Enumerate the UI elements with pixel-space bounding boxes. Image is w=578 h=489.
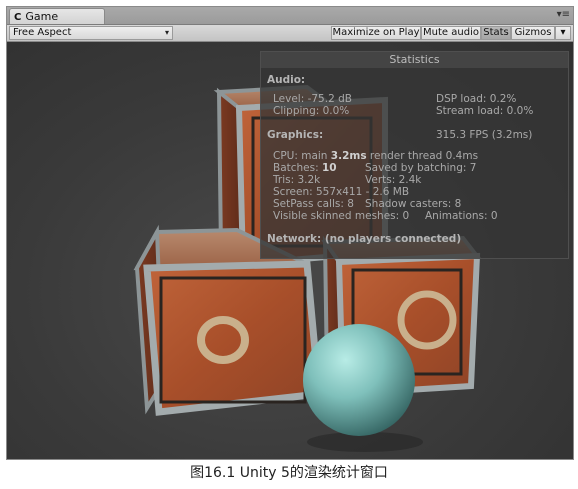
setpass-calls: SetPass calls: 8 xyxy=(273,198,354,210)
shadow-casters: Shadow casters: 8 xyxy=(365,198,462,210)
tab-menu-icon[interactable]: ▾≡ xyxy=(557,9,570,20)
screen-stat: Screen: 557x411 - 2.6 MB xyxy=(273,186,410,198)
aspect-dropdown-value: Free Aspect xyxy=(13,27,72,38)
maximize-on-play-button[interactable]: Maximize on Play xyxy=(331,26,421,40)
tris-stat: Tris: 3.2k xyxy=(273,174,321,186)
network-status: Network: (no players connected) xyxy=(267,233,462,245)
render-thread-time: render thread 0.4ms xyxy=(366,150,479,162)
game-viewport[interactable]: Statistics Audio: Level: -75.2 dB Clippi… xyxy=(7,42,573,459)
statistics-title: Statistics xyxy=(261,52,568,68)
gizmos-button[interactable]: Gizmos xyxy=(511,26,555,40)
audio-level: Level: -75.2 dB xyxy=(273,93,352,105)
mute-audio-button[interactable]: Mute audio xyxy=(421,26,481,40)
unity-logo-icon: C xyxy=(14,12,22,23)
tab-bar: C Game ▾≡ xyxy=(7,7,573,25)
cpu-main-time: 3.2ms xyxy=(330,150,367,162)
fps-value: 315.3 FPS (3.2ms) xyxy=(436,129,533,141)
aspect-dropdown[interactable]: Free Aspect ▾ xyxy=(9,26,173,40)
tab-game[interactable]: C Game xyxy=(9,8,105,24)
cpu-stats: CPU: main 3.2ms render thread 0.4ms xyxy=(273,150,478,162)
stats-button[interactable]: Stats xyxy=(481,26,511,40)
game-window: C Game ▾≡ Free Aspect ▾ Maximize on Play … xyxy=(6,6,574,460)
game-toolbar: Free Aspect ▾ Maximize on Play Mute audi… xyxy=(7,25,573,42)
batches-stat: Batches: 10 xyxy=(273,162,337,174)
batches-value: 10 xyxy=(322,162,337,174)
dsp-load: DSP load: 0.2% xyxy=(436,93,517,105)
stream-load: Stream load: 0.0% xyxy=(436,105,534,117)
statistics-panel: Statistics Audio: Level: -75.2 dB Clippi… xyxy=(260,51,569,259)
audio-heading: Audio: xyxy=(267,74,306,86)
verts-stat: Verts: 2.4k xyxy=(365,174,422,186)
tab-game-label: Game xyxy=(25,10,59,23)
gizmos-dropdown-icon[interactable]: ▾ xyxy=(555,26,571,40)
graphics-heading: Graphics: xyxy=(267,129,324,141)
batches-prefix: Batches: xyxy=(273,162,322,174)
audio-clipping: Clipping: 0.0% xyxy=(273,105,350,117)
animations-stat: Animations: 0 xyxy=(425,210,498,222)
figure-caption: 图16.1 Unity 5的渲染统计窗口 xyxy=(190,465,388,481)
chevron-down-icon: ▾ xyxy=(164,28,169,37)
saved-by-batching: Saved by batching: 7 xyxy=(365,162,477,174)
cpu-prefix: CPU: main xyxy=(273,150,331,162)
visible-skinned-meshes: Visible skinned meshes: 0 xyxy=(273,210,410,222)
